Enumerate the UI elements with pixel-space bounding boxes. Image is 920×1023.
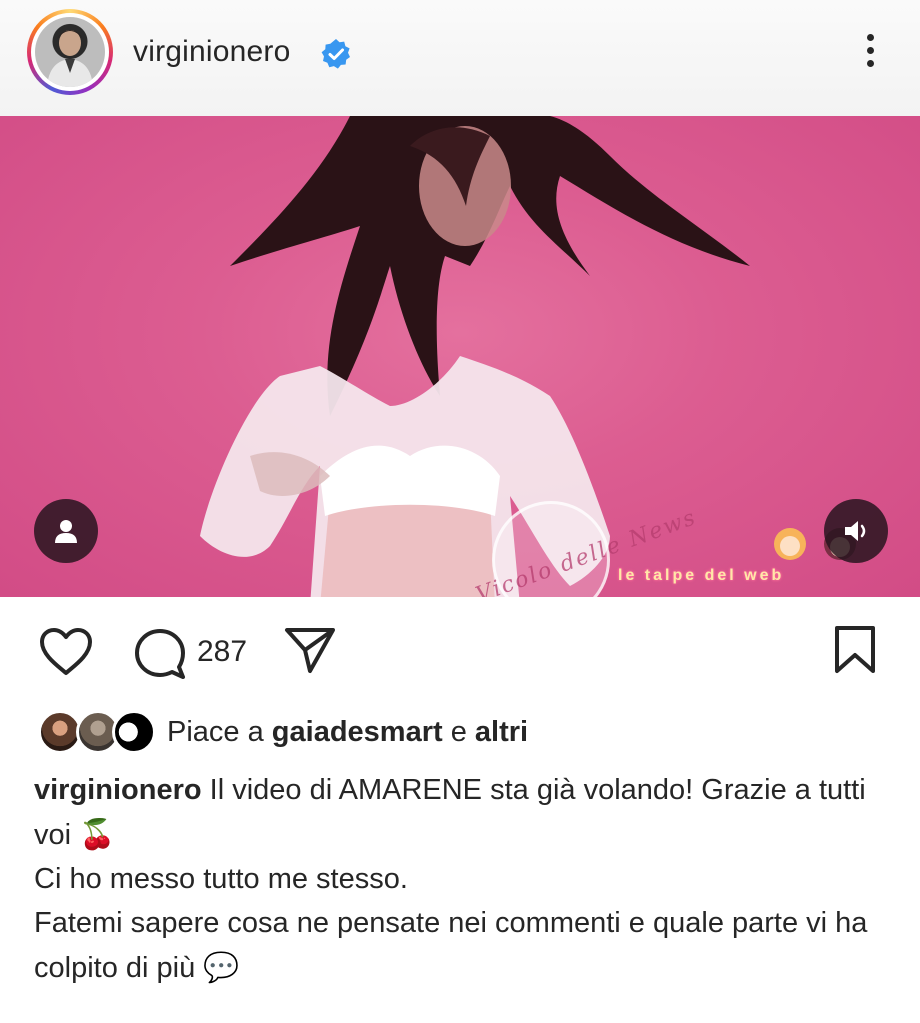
heart-icon[interactable] — [38, 627, 94, 677]
sound-toggle-button[interactable] — [824, 499, 888, 563]
avatar[interactable] — [35, 17, 105, 87]
user-tag-icon — [55, 520, 77, 543]
more-options-button[interactable] — [858, 34, 882, 74]
speaker-icon — [845, 521, 866, 541]
watermark-text-2: le talpe del web — [618, 567, 785, 584]
post-caption: virginionero Il video di AMARENE sta già… — [34, 768, 894, 990]
liker-username[interactable]: gaiadesmart — [272, 716, 443, 748]
caption-line-2: Ci ho messo tutto me stesso. — [34, 863, 408, 895]
likes-text: Piace a gaiadesmart e altri — [167, 716, 529, 748]
verified-badge-icon — [321, 39, 350, 69]
bookmark-icon[interactable] — [833, 625, 877, 675]
story-ring[interactable] — [27, 9, 113, 95]
speech-bubble-emoji-icon: 💬 — [203, 950, 240, 984]
avatar-photo-icon — [47, 30, 93, 87]
comment-bubble-icon[interactable] — [133, 627, 189, 683]
post-actions: 287 — [0, 597, 920, 705]
caption-username[interactable]: virginionero — [34, 774, 202, 806]
liker-avatar — [112, 710, 156, 754]
post-username[interactable]: virginionero — [133, 35, 290, 69]
comment-count[interactable]: 287 — [197, 635, 247, 669]
post-video[interactable]: Vicolo delle News le talpe del web — [0, 116, 920, 597]
likes-row[interactable]: Piace a gaiadesmart e altri — [38, 710, 898, 754]
post-header: virginionero — [0, 0, 920, 116]
likes-others-link[interactable]: altri — [475, 716, 528, 748]
cherry-emoji-icon: 🍒 — [79, 817, 116, 851]
caption-line-3: Fatemi sapere cosa ne pensate nei commen… — [34, 907, 868, 984]
tagged-users-button[interactable] — [34, 499, 98, 563]
send-icon[interactable] — [284, 625, 336, 675]
